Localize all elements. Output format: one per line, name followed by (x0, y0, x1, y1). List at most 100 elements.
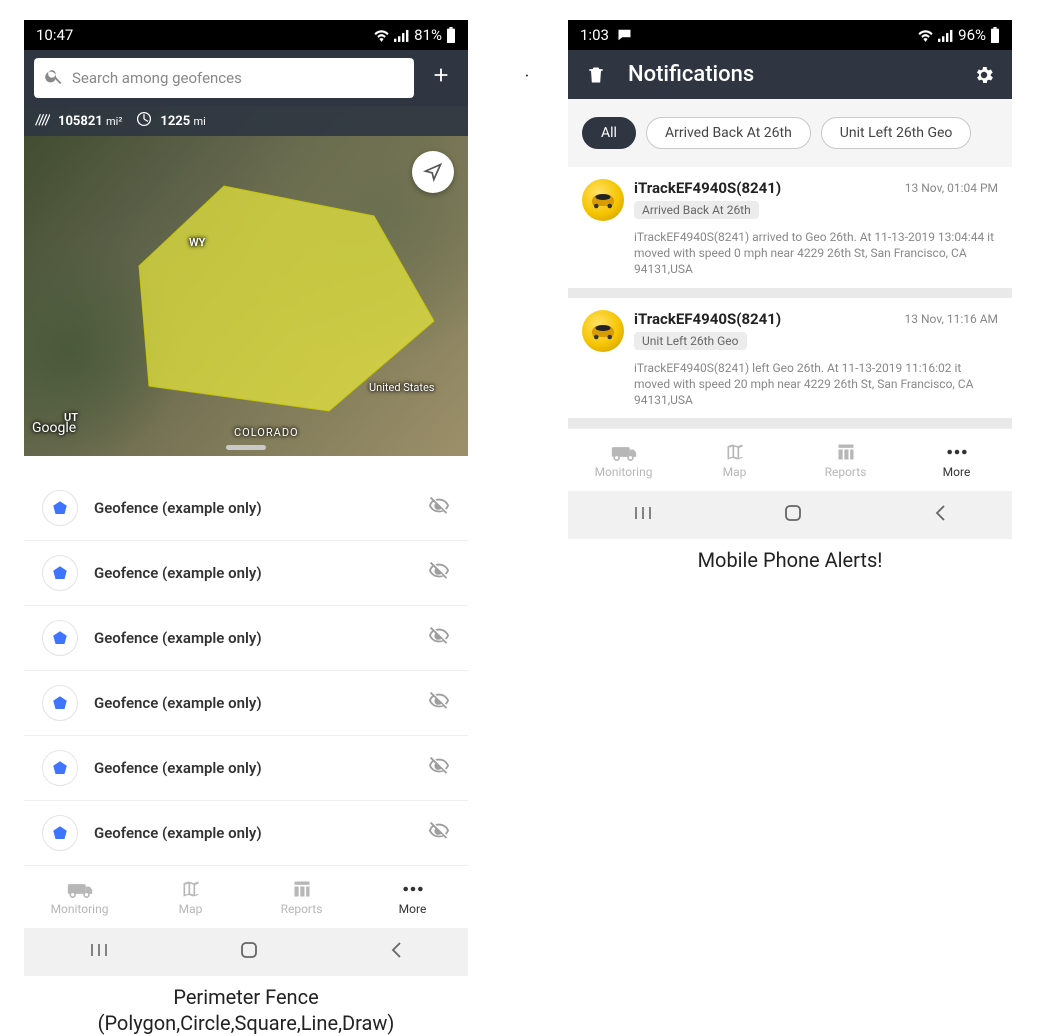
tab-monitoring[interactable]: Monitoring (24, 866, 135, 928)
reports-icon (292, 879, 312, 899)
geofence-label: Geofence (example only) (94, 824, 412, 842)
notification-time: 13 Nov, 11:16 AM (905, 312, 998, 352)
wifi-icon (917, 29, 934, 42)
polygon-icon (42, 620, 78, 656)
visibility-off-icon[interactable] (428, 820, 450, 846)
sheet-handle[interactable] (226, 445, 266, 450)
notification-card[interactable]: iTrackEF4940S(8241) Unit Left 26th Geo 1… (568, 298, 1012, 419)
tab-map[interactable]: Map (679, 429, 790, 491)
tab-label: Monitoring (595, 465, 653, 479)
left-phone: 10:47 81% (24, 20, 468, 993)
visibility-off-icon[interactable] (428, 560, 450, 586)
tab-more[interactable]: More (901, 429, 1012, 491)
radius-value: 1225 (160, 114, 190, 129)
radius-icon (136, 111, 152, 131)
bullet-dot: · (525, 66, 530, 87)
caption-line1: Perimeter Fence (24, 984, 468, 1010)
geofence-item[interactable]: Geofence (example only) (24, 736, 468, 801)
geofence-item[interactable]: Geofence (example only) (24, 671, 468, 736)
caption-line2: (Polygon,Circle,Square,Line,Draw) (24, 1010, 468, 1036)
locate-button[interactable] (412, 151, 454, 193)
geofence-item[interactable]: Geofence (example only) (24, 606, 468, 671)
phone-notifications: 1:03 96% Notifications All (568, 20, 1012, 539)
home-button[interactable] (239, 940, 259, 964)
notification-tag: Arrived Back At 26th (634, 201, 759, 219)
area-icon (34, 111, 50, 131)
add-geofence-button[interactable] (424, 63, 458, 93)
tab-label: Map (179, 902, 203, 916)
search-input[interactable]: Search among geofences (34, 58, 414, 98)
back-button[interactable] (933, 504, 947, 526)
tab-more[interactable]: More (357, 866, 468, 928)
chip-left[interactable]: Unit Left 26th Geo (821, 117, 972, 149)
bottom-tabs: Monitoring Map Reports More (568, 428, 1012, 491)
phone-geofence: 10:47 81% (24, 20, 468, 976)
notification-body: iTrackEF4940S(8241) arrived to Geo 26th.… (582, 229, 998, 278)
notification-time: 13 Nov, 01:04 PM (905, 181, 998, 221)
monitoring-icon (67, 879, 93, 899)
tab-label: Map (723, 465, 747, 479)
wifi-icon (373, 29, 390, 42)
notification-list: iTrackEF4940S(8241) Arrived Back At 26th… (568, 167, 1012, 428)
chip-arrived[interactable]: Arrived Back At 26th (646, 117, 811, 149)
visibility-off-icon[interactable] (428, 690, 450, 716)
chat-icon (617, 28, 632, 42)
map-icon (180, 879, 202, 899)
settings-button[interactable] (972, 63, 996, 87)
monitoring-icon (611, 442, 637, 462)
battery-percent: 96% (958, 26, 986, 44)
notification-title: iTrackEF4940S(8241) (634, 310, 895, 328)
tab-reports[interactable]: Reports (790, 429, 901, 491)
polygon-icon (42, 750, 78, 786)
tab-map[interactable]: Map (135, 866, 246, 928)
notifications-toolbar: Notifications (568, 50, 1012, 99)
chip-all[interactable]: All (582, 117, 636, 149)
android-nav (568, 491, 1012, 539)
recent-apps-button[interactable] (633, 505, 653, 525)
reports-icon (836, 442, 856, 462)
vehicle-avatar (582, 179, 624, 221)
map-icon (724, 442, 746, 462)
page-title: Notifications (628, 62, 754, 87)
more-icon (402, 879, 424, 899)
notification-tag: Unit Left 26th Geo (634, 332, 747, 350)
notification-card[interactable]: iTrackEF4940S(8241) Arrived Back At 26th… (568, 167, 1012, 288)
bottom-tabs: Monitoring Map Reports More (24, 865, 468, 928)
visibility-off-icon[interactable] (428, 755, 450, 781)
signal-icon (938, 29, 954, 42)
geofence-item[interactable]: Geofence (example only) (24, 541, 468, 606)
vehicle-avatar (582, 310, 624, 352)
polygon-icon (42, 490, 78, 526)
tab-label: Reports (281, 902, 323, 916)
geofence-item[interactable]: Geofence (example only) (24, 476, 468, 541)
delete-button[interactable] (584, 63, 608, 87)
geofence-toolbar: Search among geofences (24, 50, 468, 106)
polygon-icon (42, 685, 78, 721)
map-view[interactable]: WY UT COLORADO United States Google 1058… (24, 106, 468, 456)
caption-left: Perimeter Fence (Polygon,Circle,Square,L… (24, 984, 468, 1036)
home-button[interactable] (783, 503, 803, 527)
polygon-icon (42, 815, 78, 851)
tab-label: Monitoring (51, 902, 109, 916)
android-nav (24, 928, 468, 976)
search-placeholder: Search among geofences (72, 69, 242, 87)
back-button[interactable] (389, 941, 403, 963)
filter-chips: All Arrived Back At 26th Unit Left 26th … (568, 99, 1012, 167)
recent-apps-button[interactable] (89, 942, 109, 962)
tab-reports[interactable]: Reports (246, 866, 357, 928)
visibility-off-icon[interactable] (428, 625, 450, 651)
more-icon (946, 442, 968, 462)
status-time: 10:47 (36, 26, 73, 44)
area-unit: mi² (106, 115, 122, 128)
status-time: 1:03 (580, 26, 609, 44)
tab-monitoring[interactable]: Monitoring (568, 429, 679, 491)
geofence-item[interactable]: Geofence (example only) (24, 801, 468, 865)
notification-title: iTrackEF4940S(8241) (634, 179, 895, 197)
visibility-off-icon[interactable] (428, 495, 450, 521)
geofence-label: Geofence (example only) (94, 759, 412, 777)
right-phone: 1:03 96% Notifications All (568, 20, 1012, 993)
tab-label: Reports (825, 465, 867, 479)
search-icon (44, 66, 64, 90)
tab-label: More (943, 465, 971, 479)
geofence-label: Geofence (example only) (94, 629, 412, 647)
